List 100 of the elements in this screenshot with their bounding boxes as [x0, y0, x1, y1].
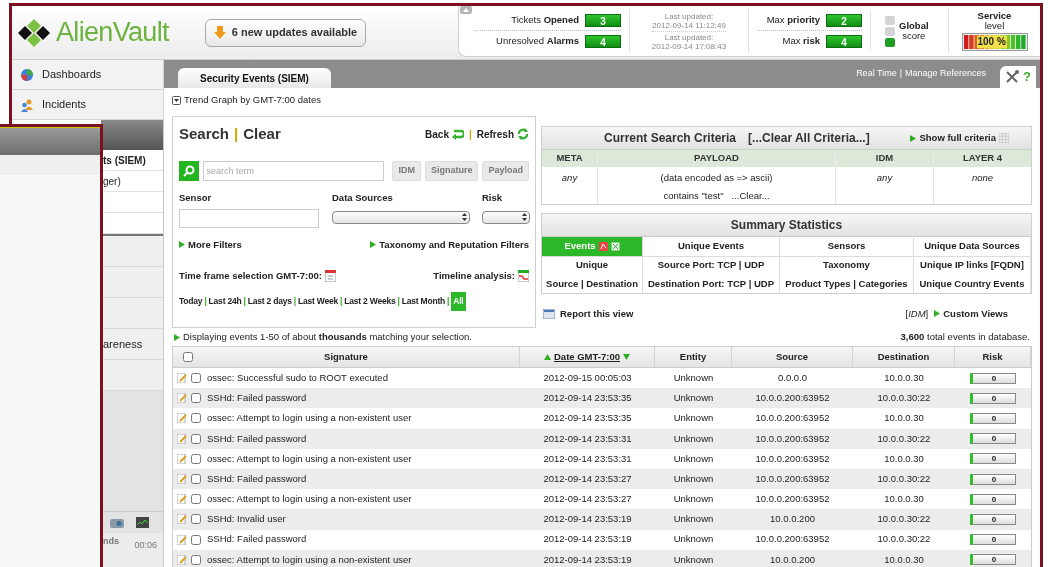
column-header[interactable]: Source: [775, 349, 809, 365]
source-cell: 10.0.0.200: [770, 552, 815, 567]
time-range-link[interactable]: Last 2 Weeks: [344, 295, 396, 308]
source-cell: 10.0.0.200:63952: [755, 411, 830, 426]
timeline-icon[interactable]: [518, 270, 529, 283]
column-header[interactable]: Destination: [877, 349, 930, 365]
taxonomy-filters-link[interactable]: Taxonomy and Reputation Filters: [379, 237, 529, 252]
row-checkbox[interactable]: [191, 393, 201, 404]
signature-cell[interactable]: ossec: Attempt to login using a non-existent user: [207, 451, 412, 466]
sidebar-item[interactable]: Dashboards: [12, 60, 164, 90]
signature-cell[interactable]: ossec: Attempt to login using a non-existent user: [207, 411, 412, 426]
select-all-checkbox[interactable]: [183, 352, 193, 362]
source-cell-text: 0.0.0.0: [777, 370, 808, 385]
separator: |: [447, 295, 450, 308]
note-icon[interactable]: [177, 433, 187, 444]
signature-cell[interactable]: ossec: Attempt to login using a non-existent user: [207, 552, 412, 567]
column-header[interactable]: Entity: [679, 349, 707, 365]
row-checkbox[interactable]: [191, 554, 201, 565]
note-icon[interactable]: [177, 413, 187, 424]
row-checkbox[interactable]: [191, 534, 201, 545]
summary-link[interactable]: Unique: [575, 258, 609, 273]
signature-cell[interactable]: SSHd: Failed password: [207, 431, 307, 446]
trend-graph-toggle[interactable]: Trend Graph by GMT-7:00 dates: [184, 92, 321, 108]
bullet-icon: [174, 334, 180, 341]
summary-link[interactable]: Product Types | Categories: [785, 276, 908, 291]
row-checkbox[interactable]: [191, 494, 201, 505]
note-icon[interactable]: [177, 514, 187, 525]
timeline-label: Timeline analysis:: [433, 269, 515, 283]
search-mode-button[interactable]: Payload: [482, 160, 529, 181]
summary-link[interactable]: Unique Country Events: [919, 276, 1025, 291]
time-range-link[interactable]: Last Month: [401, 295, 446, 308]
note-icon[interactable]: [177, 554, 187, 565]
sort-up-icon[interactable]: [544, 354, 551, 360]
note-icon[interactable]: [177, 474, 187, 485]
time-range-link[interactable]: Last 24h: [208, 295, 242, 308]
summary-link[interactable]: Taxonomy: [823, 258, 870, 273]
clear-link[interactable]: ...Clear...: [731, 189, 770, 204]
custom-views-link[interactable]: Custom Views: [943, 306, 1008, 321]
sort-down-icon[interactable]: [623, 354, 630, 360]
risk-select[interactable]: [482, 210, 530, 224]
clear-all-link[interactable]: [...Clear All Criteria...]: [748, 129, 870, 147]
signature-cell[interactable]: SSHd: Failed password: [207, 471, 307, 487]
report-link[interactable]: Report this view: [560, 306, 634, 321]
monitor-icon[interactable]: [136, 517, 149, 528]
camera-icon[interactable]: [110, 517, 124, 528]
row-checkbox[interactable]: [191, 453, 201, 464]
summary-link[interactable]: Source Port: TCP | UDP: [657, 258, 765, 273]
row-checkbox[interactable]: [191, 413, 201, 424]
summary-link[interactable]: Unique IP links [FQDN]: [920, 258, 1024, 273]
signature-cell[interactable]: SSHd: Failed password: [207, 532, 307, 547]
row-checkbox[interactable]: [191, 373, 201, 384]
column-header[interactable]: Risk: [982, 349, 1003, 365]
column-header[interactable]: Signature: [324, 349, 368, 365]
summary-tab[interactable]: Unique Events: [643, 236, 780, 257]
note-icon[interactable]: [177, 393, 187, 404]
entity-cell: Unknown: [673, 411, 714, 426]
row-checkbox[interactable]: [191, 514, 201, 525]
summary-tab[interactable]: Sensors: [780, 236, 914, 257]
sensor-field[interactable]: [179, 208, 319, 228]
time-range-link[interactable]: Today: [179, 295, 203, 308]
refresh-link[interactable]: Refresh: [476, 126, 514, 142]
signature-cell[interactable]: ossec: Successful sudo to ROOT executed: [207, 370, 388, 386]
submenu-item[interactable]: ger): [103, 173, 121, 189]
summary-tab[interactable]: Unique Data Sources: [914, 236, 1031, 257]
note-icon[interactable]: [177, 534, 187, 545]
back-link[interactable]: Back: [425, 126, 449, 142]
note-icon[interactable]: [177, 373, 187, 384]
more-filters-link[interactable]: More Filters: [188, 237, 242, 252]
summary-link[interactable]: Source | Destination: [546, 276, 638, 291]
time-range-link[interactable]: Last Week: [297, 295, 339, 308]
signature-cell[interactable]: SSHd: Invalid user: [207, 512, 286, 527]
search-link[interactable]: Search: [179, 123, 230, 146]
destination-cell: 10.0.0.30: [884, 552, 924, 567]
show-full-criteria-link[interactable]: Show full criteria: [919, 130, 996, 146]
time-range-link[interactable]: Last 2 days: [247, 295, 292, 308]
data-sources-select[interactable]: [332, 210, 470, 224]
destination-cell: 10.0.0.30: [884, 451, 924, 466]
submenu-item[interactable]: ts (SIEM): [103, 152, 146, 168]
toggle-icon[interactable]: [172, 95, 181, 105]
signature-cell[interactable]: SSHd: Failed password: [207, 391, 307, 406]
menu-section[interactable]: areness: [103, 335, 143, 353]
separator: |: [293, 295, 296, 308]
signature-cell[interactable]: ossec: Attempt to login using a non-existent user: [207, 492, 412, 507]
sidebar-item[interactable]: Incidents: [12, 90, 164, 120]
search-mode-button[interactable]: IDM: [392, 160, 421, 181]
search-mode-button[interactable]: Signature: [424, 160, 479, 181]
note-icon[interactable]: [177, 453, 187, 464]
search-button[interactable]: [179, 160, 199, 181]
global-title: Global: [899, 21, 929, 31]
clear-link[interactable]: Clear: [243, 123, 281, 146]
tools-icon[interactable]: [1005, 70, 1020, 84]
column-header[interactable]: Date GMT-7:00: [554, 349, 620, 365]
row-checkbox[interactable]: [191, 474, 201, 485]
updates-button[interactable]: 6 new updates available: [204, 18, 367, 47]
row-checkbox[interactable]: [191, 433, 201, 444]
summary-link[interactable]: Destination Port: TCP | UDP: [648, 276, 774, 291]
tab[interactable]: Security Events (SIEM): [178, 68, 331, 88]
calendar-icon[interactable]: [324, 270, 336, 283]
search-field[interactable]: search term: [202, 160, 385, 181]
note-icon[interactable]: [177, 494, 187, 505]
